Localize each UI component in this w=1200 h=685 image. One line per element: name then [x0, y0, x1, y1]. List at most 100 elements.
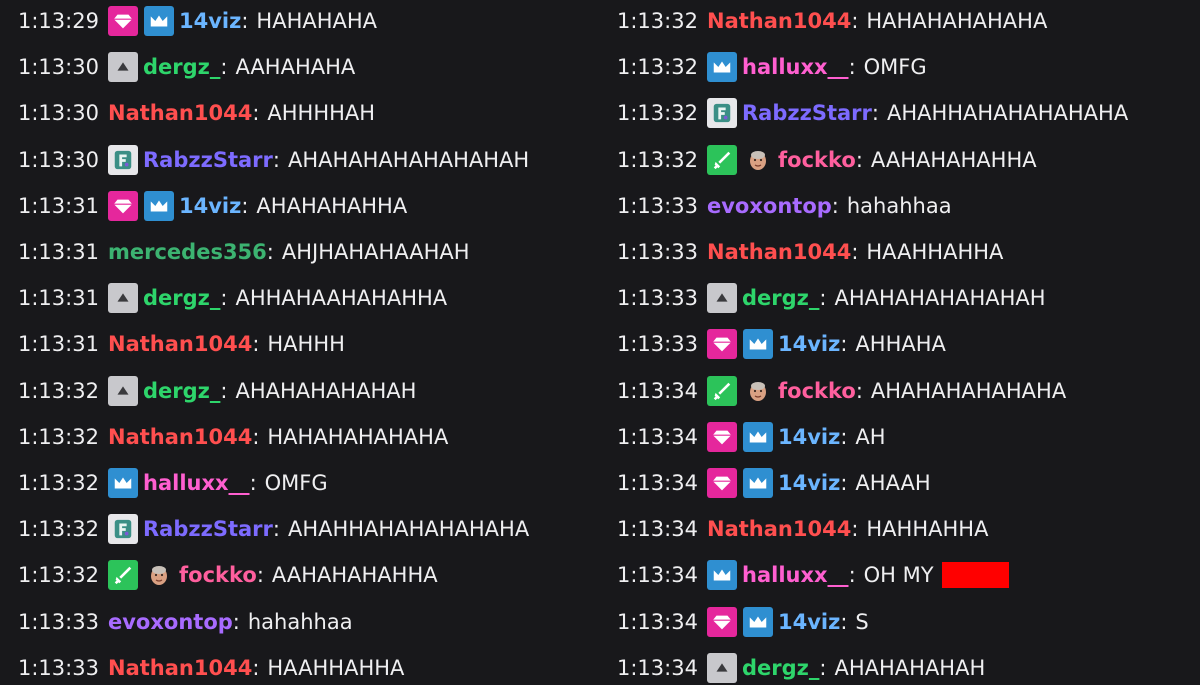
sword-icon[interactable] — [108, 560, 138, 591]
chat-username[interactable]: dergz_ — [143, 286, 220, 310]
face-emote-icon[interactable] — [743, 376, 773, 406]
username-separator: : — [252, 424, 260, 449]
chat-username[interactable]: dergz_ — [143, 55, 220, 79]
chat-message-row: 1:13:34 Nathan1044: HAHHAHHA — [617, 512, 988, 546]
chat-username[interactable]: halluxx__ — [742, 563, 849, 587]
character-icon[interactable] — [108, 514, 138, 545]
chat-username[interactable]: 14viz — [179, 9, 241, 33]
chat-message-text: AHHAHA — [855, 332, 946, 357]
username-separator: : — [848, 55, 856, 80]
chat-username[interactable]: 14viz — [778, 610, 840, 634]
username-separator: : — [871, 101, 879, 126]
chat-message-row: 1:13:34 14viz: AH — [617, 420, 886, 454]
chat-username[interactable]: Nathan1044 — [707, 240, 851, 264]
chat-username[interactable]: RabzzStarr — [143, 517, 273, 541]
chat-username[interactable]: RabzzStarr — [143, 148, 273, 172]
chat-username[interactable]: dergz_ — [143, 379, 220, 403]
chat-username[interactable]: dergz_ — [742, 286, 819, 310]
character-icon[interactable] — [108, 144, 138, 175]
chat-username[interactable]: 14viz — [778, 425, 840, 449]
gem-icon[interactable] — [108, 6, 138, 36]
chat-username[interactable]: dergz_ — [742, 656, 819, 680]
username-separator: : — [840, 471, 848, 495]
chat-username[interactable]: fockko — [778, 148, 856, 172]
sub-crown-icon[interactable] — [707, 52, 737, 83]
chat-username[interactable]: 14viz — [179, 194, 241, 218]
sub-crown-icon[interactable] — [743, 421, 773, 452]
chat-message-row: 1:13:31 mercedes356: AHJHAHAHAAHAH — [18, 235, 470, 269]
gem-icon[interactable] — [108, 190, 138, 221]
chat-username[interactable]: fockko — [179, 563, 257, 587]
message-timestamp: 1:13:32 — [617, 147, 698, 172]
chat-username[interactable]: Nathan1044 — [108, 101, 252, 125]
sword-icon[interactable] — [707, 375, 737, 406]
chat-message-row: 1:13:29 14viz: HAHAHAHA — [18, 4, 377, 38]
chat-username[interactable]: evoxontop — [108, 610, 233, 634]
chat-message-text: AHAHAHAHAHAHAHAH — [287, 147, 530, 172]
face-emote-icon[interactable] — [144, 560, 174, 590]
chat-message-text: AAHAHAHA — [235, 55, 356, 80]
face-emote-icon[interactable] — [743, 145, 773, 175]
user-badges — [707, 652, 737, 683]
chat-username[interactable]: RabzzStarr — [742, 101, 872, 125]
username-separator: : — [851, 9, 859, 33]
message-timestamp: 1:13:33 — [617, 286, 698, 311]
chat-username[interactable]: fockko — [778, 379, 856, 403]
chat-username[interactable]: mercedes356 — [108, 240, 267, 264]
chat-message-row: 1:13:33 14viz: AHHAHA — [617, 327, 946, 361]
chat-username[interactable]: Nathan1044 — [108, 332, 252, 356]
chat-username[interactable]: halluxx__ — [742, 55, 849, 79]
chat-message-row: 1:13:32 dergz_: AHAHAHAHAHAH — [18, 374, 416, 408]
username-separator: : — [840, 424, 848, 449]
username-separator: : — [855, 147, 863, 172]
username-separator: : — [855, 378, 863, 403]
sub-crown-icon[interactable] — [743, 606, 773, 637]
arrow-up-icon[interactable] — [707, 652, 737, 683]
username-separator: : — [252, 655, 260, 680]
user-badges — [707, 144, 773, 175]
chat-username[interactable]: 14viz — [778, 471, 840, 495]
sub-crown-icon[interactable] — [707, 560, 737, 591]
chat-message-text: HAAHHAHHA — [267, 655, 405, 680]
username-separator: : — [266, 240, 274, 264]
user-badges — [707, 421, 773, 452]
message-timestamp: 1:13:31 — [18, 286, 99, 311]
sword-icon[interactable] — [707, 144, 737, 175]
arrow-up-icon[interactable] — [108, 283, 138, 314]
message-timestamp: 1:13:30 — [18, 101, 99, 126]
chat-username[interactable]: Nathan1044 — [108, 656, 252, 680]
gem-icon[interactable] — [707, 329, 737, 360]
gem-icon[interactable] — [707, 606, 737, 637]
user-badges — [707, 468, 773, 498]
username-separator: : — [241, 193, 249, 218]
sub-crown-icon[interactable] — [144, 6, 174, 36]
sub-crown-icon[interactable] — [108, 468, 138, 498]
arrow-up-icon[interactable] — [108, 375, 138, 406]
chat-username[interactable]: halluxx__ — [143, 471, 250, 495]
chat-username[interactable]: Nathan1044 — [707, 9, 851, 33]
character-icon[interactable] — [707, 98, 737, 129]
chat-username[interactable]: evoxontop — [707, 194, 832, 218]
sub-crown-icon[interactable] — [743, 468, 773, 498]
gem-icon[interactable] — [707, 421, 737, 452]
chat-username[interactable]: Nathan1044 — [707, 517, 851, 541]
arrow-up-icon[interactable] — [108, 52, 138, 83]
user-badges — [707, 329, 773, 360]
message-timestamp: 1:13:34 — [617, 378, 698, 403]
chat-message-row: 1:13:32 Nathan1044: HAHAHAHAHAHA — [617, 4, 1047, 38]
chat-message-text: OMFG — [863, 55, 927, 80]
chat-username[interactable]: 14viz — [778, 332, 840, 356]
chat-message-text: AHAAH — [855, 471, 931, 495]
sub-crown-icon[interactable] — [743, 329, 773, 360]
chat-message-row: 1:13:32 halluxx__: OMFG — [617, 50, 927, 84]
username-separator: : — [252, 332, 260, 357]
user-badges — [108, 190, 174, 221]
gem-icon[interactable] — [707, 468, 737, 498]
sub-crown-icon[interactable] — [144, 190, 174, 221]
chat-message-row: 1:13:34 fockko: AHAHAHAHAHAHA — [617, 374, 1066, 408]
chat-username[interactable]: Nathan1044 — [108, 425, 252, 449]
message-timestamp: 1:13:32 — [18, 517, 99, 542]
chat-message-row: 1:13:30 Nathan1044: AHHHHAH — [18, 96, 375, 130]
user-badges — [108, 144, 138, 175]
arrow-up-icon[interactable] — [707, 283, 737, 314]
